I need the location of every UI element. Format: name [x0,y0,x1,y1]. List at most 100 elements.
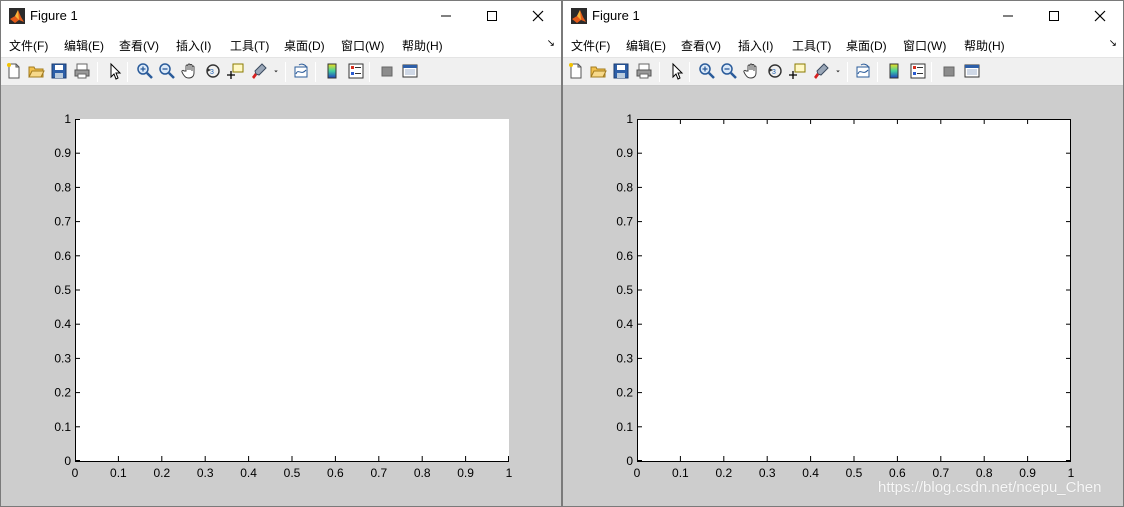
pan-hand-icon[interactable] [181,62,199,80]
toolbar-separator [689,62,690,82]
menu-tools[interactable]: 工具(T) [230,37,269,54]
insert-legend-icon[interactable] [347,62,365,80]
new-figure-icon[interactable] [5,62,23,80]
toolbar-separator [847,62,848,82]
toolbar-separator [369,62,370,82]
data-cursor-icon[interactable] [227,62,245,80]
maximize-button[interactable] [469,1,515,31]
toolbar-separator [659,62,660,82]
toolbar-separator [931,62,932,82]
menu-desktop[interactable]: 桌面(D) [284,37,325,54]
matlab-logo-icon [9,8,25,24]
menu-file[interactable]: 文件(F) [571,37,610,54]
menu-window[interactable]: 窗口(W) [903,37,946,54]
x-tick-label: 0.4 [240,466,257,480]
y-tick-label: 0.2 [54,386,71,400]
insert-colorbar-icon[interactable] [323,62,341,80]
y-tick-label: 0.8 [616,180,633,194]
menu-tools[interactable]: 工具(T) [792,37,831,54]
y-tick-label: 0.2 [616,386,633,400]
x-tick-label: 0.5 [284,466,301,480]
title-bar[interactable]: Figure 1 [1,1,561,31]
menu-desktop[interactable]: 桌面(D) [846,37,887,54]
link-plot-icon[interactable] [855,62,873,80]
menu-file[interactable]: 文件(F) [9,37,48,54]
menu-insert[interactable]: 插入(I) [738,37,773,54]
minimize-icon [1003,15,1013,17]
rotate-3d-icon[interactable]: 3 [766,62,784,80]
figure-canvas[interactable]: 0 0.1 0.2 0.3 0.4 0.5 0.6 0.7 0.8 0.9 1 0 0.1 0.2 0.3 0… [563,87,1123,487]
y-tick-label: 1 [64,112,71,126]
rotate-3d-icon[interactable]: 3 [204,62,222,80]
y-tick-label: 0.3 [616,351,633,365]
maximize-icon [487,11,497,21]
minimize-icon [441,15,451,17]
print-icon[interactable] [73,62,91,80]
menu-window[interactable]: 窗口(W) [341,37,384,54]
x-tick-label: 0.3 [197,466,214,480]
minimize-button[interactable] [423,1,469,31]
brush-icon[interactable] [251,62,269,80]
figure-toolbar: 3 [1,58,561,86]
watermark-text: https://blog.csdn.net/ncepu_Chen [878,479,1102,496]
menu-edit[interactable]: 编辑(E) [626,37,666,54]
zoom-out-icon[interactable] [158,62,176,80]
print-icon[interactable] [635,62,653,80]
menu-help[interactable]: 帮助(H) [964,37,1005,54]
x-tick-label: 0.6 [889,466,906,480]
x-tick-label: 0.5 [846,466,863,480]
open-file-icon[interactable] [589,62,607,80]
minimize-button[interactable] [985,1,1031,31]
x-tick-label: 0 [72,466,79,480]
zoom-in-icon[interactable] [698,62,716,80]
insert-legend-icon[interactable] [909,62,927,80]
close-button[interactable] [1077,1,1123,31]
show-plot-tools-icon[interactable] [963,62,981,80]
hide-plot-tools-icon[interactable] [940,62,958,80]
axes-background [637,119,1071,461]
pan-hand-icon[interactable] [743,62,761,80]
menu-view[interactable]: 查看(V) [681,37,721,54]
maximize-icon [1049,11,1059,21]
x-tick-label: 0.3 [759,466,776,480]
y-tick-label: 0.5 [54,283,71,297]
y-tick-label: 0.8 [54,180,71,194]
y-tick-label: 0.9 [54,146,71,160]
axes-background [75,119,509,461]
figure-canvas[interactable]: 0 0.1 0.2 0.3 0.4 0.5 0.6 0.7 0.8 0.9 1 0 0.1 0.2 0.3 0… [1,87,561,487]
insert-colorbar-icon[interactable] [885,62,903,80]
menu-overflow-icon[interactable]: ↘ [547,38,555,49]
close-button[interactable] [515,1,561,31]
link-plot-icon[interactable] [293,62,311,80]
show-plot-tools-icon[interactable] [401,62,419,80]
maximize-button[interactable] [1031,1,1077,31]
hide-plot-tools-icon[interactable] [378,62,396,80]
zoom-out-icon[interactable] [720,62,738,80]
save-icon[interactable] [612,62,630,80]
menu-edit[interactable]: 编辑(E) [64,37,104,54]
data-cursor-icon[interactable] [789,62,807,80]
title-bar[interactable]: Figure 1 [563,1,1123,31]
brush-icon[interactable] [813,62,831,80]
y-tick-label: 0.9 [616,146,633,160]
figure-window-right: Figure 1 文件(F) 编辑(E) 查看(V) 插入(I) 工具(T) 桌… [562,0,1124,507]
brush-dropdown-icon[interactable] [834,62,842,80]
toolbar-separator [97,62,98,82]
svg-text:3: 3 [210,69,214,76]
menu-view[interactable]: 查看(V) [119,37,159,54]
menu-overflow-icon[interactable]: ↘ [1109,38,1117,49]
x-tick-label: 0.9 [1019,466,1036,480]
brush-dropdown-icon[interactable] [272,62,280,80]
y-tick-label: 0.1 [616,420,633,434]
menu-help[interactable]: 帮助(H) [402,37,443,54]
x-tick-label: 1 [1068,466,1075,480]
x-tick-label: 0.1 [672,466,689,480]
zoom-in-icon[interactable] [136,62,154,80]
matlab-logo-icon [571,8,587,24]
edit-plot-arrow-icon[interactable] [106,62,124,80]
edit-plot-arrow-icon[interactable] [668,62,686,80]
new-figure-icon[interactable] [567,62,585,80]
save-icon[interactable] [50,62,68,80]
open-file-icon[interactable] [27,62,45,80]
menu-insert[interactable]: 插入(I) [176,37,211,54]
